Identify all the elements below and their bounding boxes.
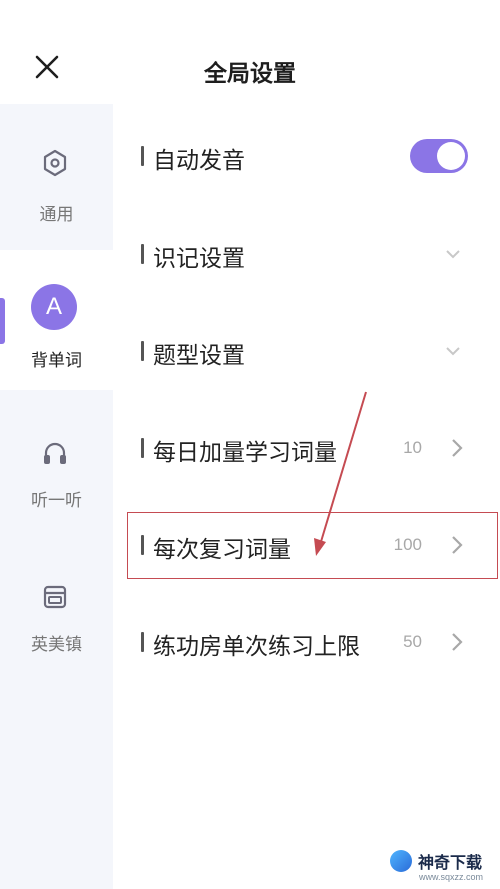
setting-daily-add[interactable]: 每日加量学习词量 10 xyxy=(113,416,500,480)
watermark-url: www.sqxzz.com xyxy=(419,872,484,882)
setting-auto-pronounce: 自动发音 xyxy=(113,124,500,188)
sidebar-item-general[interactable]: 通用 xyxy=(0,104,113,250)
setting-memory[interactable]: 识记设置 xyxy=(113,222,500,286)
setting-value: 50 xyxy=(403,632,422,651)
sidebar-item-town[interactable]: 英美镇 xyxy=(0,530,113,676)
page-title: 全局设置 xyxy=(204,61,296,87)
highlight-box xyxy=(127,512,498,579)
setting-label: 每日加量学习词量 xyxy=(153,440,337,466)
chevron-right-icon xyxy=(448,630,466,654)
settings-list: 自动发音 识记设置 题型设置 每日加量学习词量 10 每次复习词量 100 练功… xyxy=(113,104,500,889)
watermark-name: 神奇下载 xyxy=(418,853,483,872)
row-marker xyxy=(141,438,144,458)
header: 全局设置 xyxy=(0,0,500,104)
active-indicator xyxy=(0,298,5,344)
setting-label: 识记设置 xyxy=(153,246,245,272)
row-marker xyxy=(141,632,144,652)
sidebar-item-label: 英美镇 xyxy=(31,635,82,655)
headphones-icon xyxy=(38,436,72,470)
sidebar-item-label: 背单词 xyxy=(31,351,82,371)
sidebar-item-listen[interactable]: 听一听 xyxy=(0,390,113,530)
setting-value: 10 xyxy=(403,438,422,457)
watermark: 神奇下载 www.sqxzz.com xyxy=(390,848,490,884)
letter-a-avatar: A xyxy=(31,284,77,330)
row-marker xyxy=(141,244,144,264)
chevron-right-icon xyxy=(448,436,466,460)
settings-hex-icon xyxy=(38,146,72,180)
auto-pronounce-toggle[interactable] xyxy=(410,139,468,173)
setting-label: 题型设置 xyxy=(153,343,245,369)
chevron-down-icon xyxy=(442,341,464,361)
row-marker xyxy=(141,146,144,166)
toggle-knob xyxy=(437,142,465,170)
sidebar: 通用 背单词 听一听 英美镇 xyxy=(0,104,113,889)
setting-label: 自动发音 xyxy=(153,148,245,174)
sidebar-item-label: 通用 xyxy=(39,205,74,225)
setting-label: 练功房单次练习上限 xyxy=(153,634,360,660)
sidebar-item-label: 听一听 xyxy=(31,491,82,511)
row-marker xyxy=(141,341,144,361)
setting-practice-limit[interactable]: 练功房单次练习上限 50 xyxy=(113,610,500,674)
town-box-icon xyxy=(38,580,72,614)
watermark-logo-icon xyxy=(390,850,412,872)
chevron-down-icon xyxy=(442,244,464,264)
setting-question-type[interactable]: 题型设置 xyxy=(113,319,500,383)
